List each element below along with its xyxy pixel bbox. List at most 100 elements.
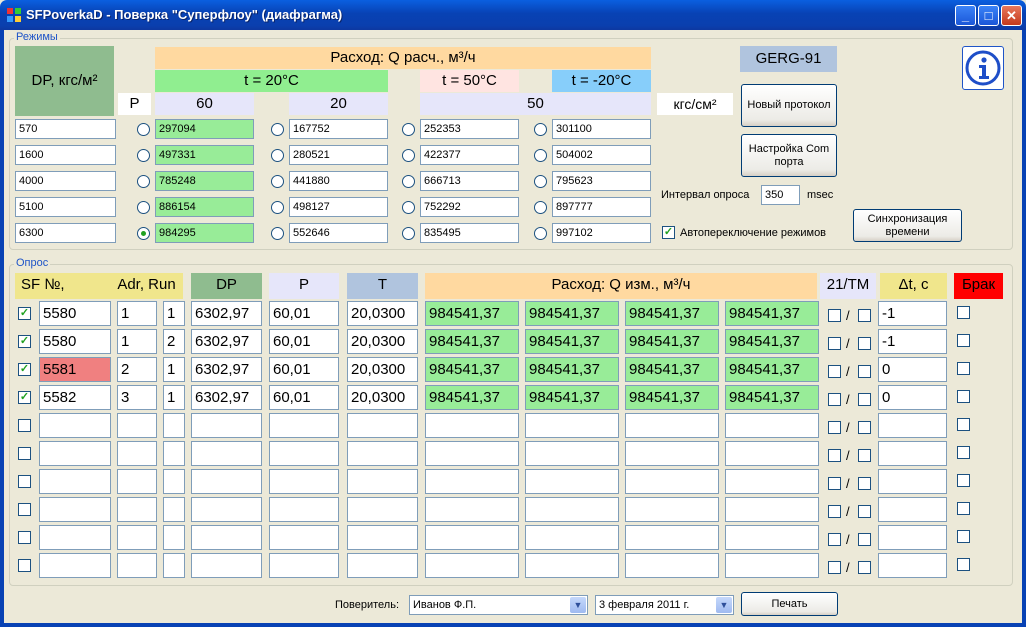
regime-radio[interactable] [534,123,547,136]
run-input[interactable]: 1 [163,385,185,410]
measured-flow-input[interactable]: 984541,37 [525,357,619,382]
reject-checkbox[interactable] [957,334,970,347]
measured-flow-input[interactable] [525,497,619,522]
print-button[interactable]: Печать [741,592,838,616]
measured-flow-input[interactable] [625,441,719,466]
calc-flow-input[interactable]: 785248 [155,171,254,191]
row-enable-checkbox[interactable] [18,531,31,544]
measured-flow-input[interactable] [425,469,519,494]
measured-flow-input[interactable]: 984541,37 [725,329,819,354]
p-measured-input[interactable] [269,525,339,550]
measured-flow-input[interactable] [725,525,819,550]
t-measured-input[interactable] [347,525,418,550]
p-measured-input[interactable]: 60,01 [269,329,339,354]
measured-flow-input[interactable] [625,553,719,578]
21-checkbox[interactable] [828,505,841,518]
21-checkbox[interactable] [828,365,841,378]
reject-checkbox[interactable] [957,390,970,403]
21-checkbox[interactable] [828,477,841,490]
21-checkbox[interactable] [828,421,841,434]
measured-flow-input[interactable] [725,469,819,494]
row-enable-checkbox[interactable]: ✓ [18,307,31,320]
sf-number-input[interactable]: 5580 [39,301,111,326]
p-measured-input[interactable] [269,469,339,494]
t-measured-input[interactable]: 20,0300 [347,329,418,354]
reject-checkbox[interactable] [957,558,970,571]
measured-flow-input[interactable] [425,413,519,438]
reject-checkbox[interactable] [957,446,970,459]
tm-checkbox[interactable] [858,421,871,434]
row-enable-checkbox[interactable] [18,503,31,516]
measured-flow-input[interactable] [725,553,819,578]
adr-input[interactable] [117,497,157,522]
dt-input[interactable]: 0 [878,357,947,382]
reject-checkbox[interactable] [957,418,970,431]
21-checkbox[interactable] [828,449,841,462]
p-measured-input[interactable] [269,441,339,466]
t-measured-input[interactable]: 20,0300 [347,385,418,410]
dp-measured-input[interactable]: 6302,97 [191,301,262,326]
calc-flow-input[interactable]: 666713 [420,171,519,191]
run-input[interactable]: 1 [163,301,185,326]
minimize-button[interactable]: _ [955,5,976,26]
date-dropdown-chevron-icon[interactable]: ▼ [716,597,732,613]
calc-flow-input[interactable]: 441880 [289,171,388,191]
calc-flow-input[interactable]: 752292 [420,197,519,217]
dt-input[interactable] [878,469,947,494]
measured-flow-input[interactable]: 984541,37 [425,329,519,354]
dp-measured-input[interactable] [191,553,262,578]
row-enable-checkbox[interactable] [18,447,31,460]
t-measured-input[interactable]: 20,0300 [347,301,418,326]
t-measured-input[interactable] [347,441,418,466]
regime-radio[interactable] [271,175,284,188]
measured-flow-input[interactable]: 984541,37 [625,329,719,354]
dp-measured-input[interactable] [191,525,262,550]
row-enable-checkbox[interactable]: ✓ [18,335,31,348]
regime-radio[interactable] [137,227,150,240]
tm-checkbox[interactable] [858,449,871,462]
regime-radio[interactable] [534,201,547,214]
calc-flow-input[interactable]: 301100 [552,119,651,139]
adr-input[interactable]: 1 [117,329,157,354]
adr-input[interactable] [117,553,157,578]
measured-flow-input[interactable]: 984541,37 [425,301,519,326]
dt-input[interactable]: -1 [878,329,947,354]
dt-input[interactable] [878,497,947,522]
reject-checkbox[interactable] [957,474,970,487]
tm-checkbox[interactable] [858,505,871,518]
row-enable-checkbox[interactable] [18,419,31,432]
tm-checkbox[interactable] [858,561,871,574]
p-measured-input[interactable] [269,497,339,522]
measured-flow-input[interactable] [725,441,819,466]
measured-flow-input[interactable]: 984541,37 [525,329,619,354]
adr-input[interactable]: 2 [117,357,157,382]
regime-radio[interactable] [402,175,415,188]
maximize-button[interactable]: □ [978,5,999,26]
regime-radio[interactable] [137,201,150,214]
measured-flow-input[interactable] [725,497,819,522]
p-measured-input[interactable] [269,413,339,438]
row-enable-checkbox[interactable]: ✓ [18,391,31,404]
dt-input[interactable]: -1 [878,301,947,326]
p-measured-input[interactable]: 60,01 [269,301,339,326]
reject-checkbox[interactable] [957,502,970,515]
measured-flow-input[interactable]: 984541,37 [425,357,519,382]
measured-flow-input[interactable] [525,413,619,438]
21-checkbox[interactable] [828,533,841,546]
adr-input[interactable] [117,441,157,466]
measured-flow-input[interactable] [625,469,719,494]
dt-input[interactable] [878,441,947,466]
calc-flow-input[interactable]: 252353 [420,119,519,139]
tm-checkbox[interactable] [858,533,871,546]
21-checkbox[interactable] [828,393,841,406]
dp-measured-input[interactable]: 6302,97 [191,357,262,382]
dp-value-input[interactable]: 1600 [15,145,116,165]
date-picker[interactable]: 3 февраля 2011 г. [595,595,734,615]
dt-input[interactable]: 0 [878,385,947,410]
dt-input[interactable] [878,525,947,550]
adr-input[interactable]: 1 [117,301,157,326]
calc-flow-input[interactable]: 297094 [155,119,254,139]
tm-checkbox[interactable] [858,309,871,322]
measured-flow-input[interactable] [525,469,619,494]
measured-flow-input[interactable] [625,497,719,522]
